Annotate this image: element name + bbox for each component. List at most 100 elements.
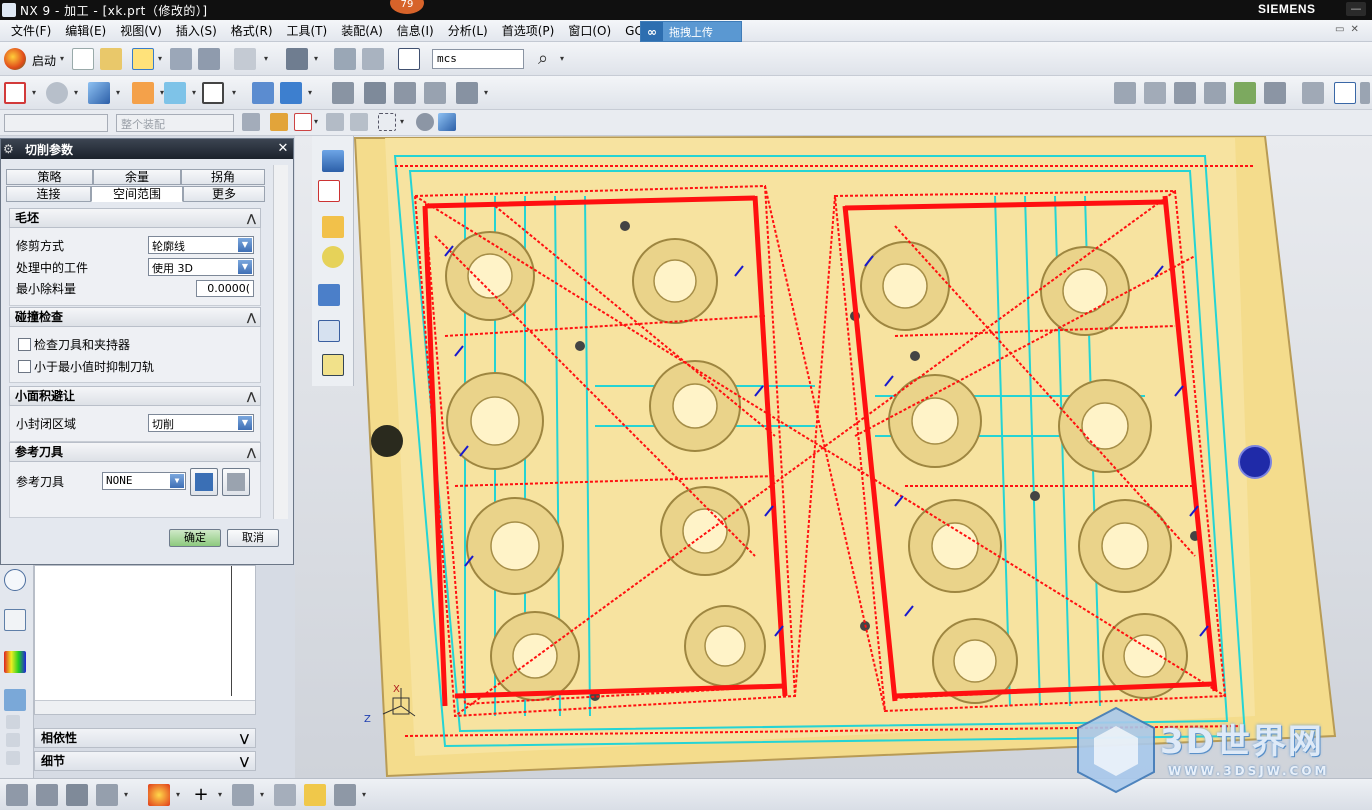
create-program-icon[interactable]	[332, 82, 354, 104]
dialog-scrollbar[interactable]	[273, 165, 288, 519]
replay-path-icon[interactable]	[1144, 82, 1166, 104]
search-dropdown-icon[interactable]: ▾	[558, 48, 566, 70]
copy-icon[interactable]	[362, 48, 384, 70]
expand-icon[interactable]: ⋁	[240, 753, 249, 771]
selection-filter-icon[interactable]	[242, 113, 260, 131]
start-icon[interactable]	[4, 48, 26, 70]
restore-icon[interactable]: ▭	[1335, 24, 1344, 38]
ipw-select[interactable]: 使用 3D ▼	[148, 258, 254, 276]
machine-navigator-icon[interactable]	[318, 320, 340, 342]
transform-icon[interactable]	[334, 48, 356, 70]
solid-filter-icon[interactable]	[438, 113, 456, 131]
extract-icon[interactable]	[304, 784, 326, 806]
closed-area-select[interactable]: 切削 ▼	[148, 414, 254, 432]
web-browser-icon[interactable]	[4, 609, 26, 631]
collapse-icon[interactable]: ⋀	[247, 309, 256, 327]
tab-containment[interactable]: 空间范围	[91, 186, 183, 202]
section-blank[interactable]: 毛坯 ⋀	[9, 208, 261, 228]
save-icon[interactable]	[170, 48, 192, 70]
menu-tools[interactable]: 工具(T)	[280, 22, 335, 39]
ref-tool-select[interactable]: NONE ▼	[102, 472, 186, 490]
open-part-icon[interactable]	[132, 48, 154, 70]
report-icon[interactable]	[1334, 82, 1356, 104]
graphics-viewport[interactable]: Z X	[295, 136, 1372, 778]
start-button[interactable]: 启动	[32, 52, 56, 69]
info-icon[interactable]	[398, 48, 420, 70]
collapse-icon[interactable]: ⋀	[247, 444, 256, 462]
list-path-icon[interactable]	[1264, 82, 1286, 104]
tab-more[interactable]: 更多	[183, 186, 265, 202]
point-snap-icon[interactable]	[326, 113, 344, 131]
feature-icon[interactable]	[6, 784, 28, 806]
menu-insert[interactable]: 插入(S)	[169, 22, 224, 39]
section-ref-tool[interactable]: 参考刀具 ⋀	[9, 442, 261, 462]
palette-icon[interactable]	[4, 651, 26, 673]
type-filter-combo[interactable]	[4, 114, 108, 132]
create-operation-icon[interactable]	[456, 82, 478, 104]
roles-icon[interactable]	[4, 689, 26, 711]
shaded-cube-icon[interactable]	[88, 82, 110, 104]
select-mode-dropdown-icon[interactable]: ▾	[312, 111, 320, 133]
edit-tool-button[interactable]	[222, 468, 250, 496]
tab-stock[interactable]: 余量	[93, 169, 181, 185]
dialog-close-icon[interactable]: ✕	[275, 141, 291, 157]
menu-file[interactable]: 文件(F)	[4, 22, 58, 39]
plane-icon[interactable]	[232, 784, 254, 806]
suppress-path-checkbox[interactable]	[18, 360, 31, 373]
part-navigator-icon[interactable]	[322, 216, 344, 238]
cancel-button[interactable]: 取消	[227, 529, 279, 547]
snap-icon[interactable]	[270, 113, 288, 131]
color-icon[interactable]	[148, 784, 170, 806]
collapse-icon[interactable]: ⋀	[247, 210, 256, 228]
open-dropdown-icon[interactable]: ▾	[156, 48, 164, 70]
menu-view[interactable]: 视图(V)	[113, 22, 169, 39]
history-icon[interactable]	[4, 569, 26, 591]
select-icon[interactable]	[286, 48, 308, 70]
fit-dropdown-icon[interactable]: ▾	[30, 82, 38, 104]
menu-preferences[interactable]: 首选项(P)	[495, 22, 562, 39]
ok-button[interactable]: 确定	[169, 529, 221, 547]
select-mode-icon[interactable]	[294, 113, 312, 131]
create-method-icon[interactable]	[424, 82, 446, 104]
wcs-dropdown-icon[interactable]: ▾	[306, 82, 314, 104]
shape-icon[interactable]	[96, 784, 118, 806]
fit-view-icon[interactable]	[4, 82, 26, 104]
tab-connections[interactable]: 连接	[6, 186, 91, 202]
verify-path-icon[interactable]	[1174, 82, 1196, 104]
output-cls-icon[interactable]	[1302, 82, 1324, 104]
orient-dropdown-icon[interactable]: ▾	[72, 82, 80, 104]
tab-corners[interactable]: 拐角	[181, 169, 265, 185]
generate-path-icon[interactable]	[1114, 82, 1136, 104]
check-tool-holder-checkbox[interactable]	[18, 338, 31, 351]
datum-icon[interactable]	[36, 784, 58, 806]
layer-dropdown-icon[interactable]: ▾	[190, 82, 198, 104]
open-folder-icon[interactable]	[100, 48, 122, 70]
scroll-more-icon[interactable]	[6, 751, 20, 765]
constraint-navigator-icon[interactable]	[318, 180, 340, 202]
operation-navigator-panel[interactable]	[34, 565, 256, 715]
expand-icon[interactable]: ⋁	[240, 730, 249, 748]
undo-dropdown-icon[interactable]: ▾	[262, 48, 270, 70]
section-small-area[interactable]: 小面积避让 ⋀	[9, 386, 261, 406]
operation-dropdown-icon[interactable]: ▾	[482, 82, 490, 104]
reuse-library-icon[interactable]	[322, 246, 344, 268]
details-section[interactable]: 细节 ⋁	[34, 751, 256, 771]
menu-info[interactable]: 信息(I)	[390, 22, 441, 39]
scroll-down-icon[interactable]	[6, 733, 20, 747]
background-icon[interactable]	[202, 82, 224, 104]
postprocess-icon[interactable]	[1204, 82, 1226, 104]
shape-dropdown-icon[interactable]: ▾	[122, 784, 130, 806]
search-icon[interactable]: ⌕	[532, 48, 554, 70]
new-tool-button[interactable]	[190, 468, 218, 496]
box-select-icon[interactable]	[378, 113, 396, 131]
undo-icon[interactable]	[234, 48, 256, 70]
create-geometry-icon[interactable]	[394, 82, 416, 104]
upload-button[interactable]: ∞ 拖拽上传	[640, 21, 742, 42]
start-dropdown-icon[interactable]: ▾	[58, 48, 66, 70]
min-removal-input[interactable]: 0.0000(	[196, 280, 254, 297]
shop-doc-icon[interactable]	[1234, 82, 1256, 104]
point-icon[interactable]: +	[190, 784, 212, 806]
wcs-orient-icon[interactable]	[280, 82, 302, 104]
operation-navigator-icon[interactable]	[318, 284, 340, 306]
dependencies-section[interactable]: 相依性 ⋁	[34, 728, 256, 748]
